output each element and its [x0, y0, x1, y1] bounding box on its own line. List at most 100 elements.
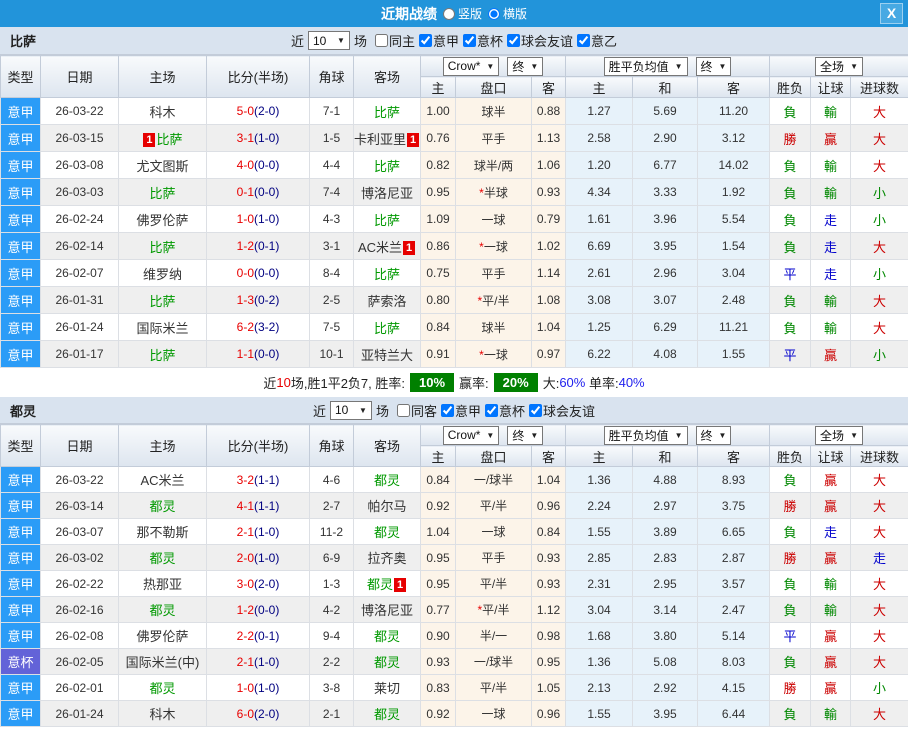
filter-checkbox-意甲[interactable]: 意甲 — [441, 401, 481, 420]
avg-away-cell: 1.55 — [696, 340, 771, 368]
avg-draw-cell: 4.08 — [632, 340, 698, 368]
final-odds-select[interactable]: 终 ▼ — [507, 56, 544, 76]
score-cell: 1-1(0-0) — [206, 340, 310, 368]
score-cell: 2-0(1-0) — [206, 544, 310, 571]
crow-away-odds-cell: 0.79 — [531, 205, 566, 233]
checkbox-input[interactable] — [463, 34, 476, 47]
crow-odds-select[interactable]: Crow* ▼ — [442, 56, 500, 76]
league-cell: 意甲 — [0, 700, 41, 727]
team-label: 都灵 — [373, 707, 400, 722]
crow-handicap-cell: 一/球半 — [455, 648, 532, 675]
crow-home-odds-cell: 1.09 — [420, 205, 456, 233]
match-count-select[interactable]: 10 ▼ — [307, 31, 350, 50]
filter-checkbox-球会友谊[interactable]: 球会友谊 — [507, 31, 573, 50]
date-cell: 26-02-22 — [40, 570, 119, 597]
checkbox-input[interactable] — [507, 34, 521, 47]
checkbox-input[interactable] — [529, 403, 543, 417]
winloss-result-cell: 平 — [769, 259, 812, 287]
final-odds-select[interactable]: 终 ▼ — [507, 425, 544, 445]
final-avg-select[interactable]: 终 ▼ — [695, 56, 732, 76]
final-avg-select[interactable]: 终 ▼ — [695, 425, 732, 445]
fullmatch-select[interactable]: 全场 ▼ — [815, 56, 863, 76]
match-row: 意甲 26-01-31 比萨 1-3(0-2) 2-5 萨索洛 0.80 *平/半 1.08 3.… — [0, 286, 908, 314]
win-rate-badge: 10% — [410, 373, 455, 392]
team-label: 比萨 — [149, 239, 176, 255]
date-cell: 26-02-08 — [40, 622, 119, 649]
winloss-result-cell: 負 — [769, 286, 812, 314]
date-cell: 26-03-22 — [40, 97, 119, 125]
col-away: 客场 — [353, 424, 421, 467]
crow-home-odds-cell: 0.95 — [420, 178, 456, 206]
league-cell: 意甲 — [0, 622, 41, 649]
team-label: 都灵 — [149, 603, 176, 618]
horizontal-radio-input[interactable] — [488, 7, 500, 20]
filter-checkbox-同客[interactable]: 同客 — [396, 401, 437, 420]
avg-home-cell: 4.34 — [565, 178, 633, 206]
avg-draw-cell: 3.07 — [632, 286, 698, 314]
match-row: 意甲 26-03-15 1 比萨 3-1(1-0) 1-5 卡利亚里 1 0.76 平手 1.13 2… — [0, 124, 908, 152]
goals-result-cell: 大 — [850, 97, 908, 125]
team-label: 都灵 — [373, 525, 400, 540]
filter-checkbox-意杯[interactable]: 意杯 — [463, 31, 503, 50]
col-crow-away: 客 — [531, 76, 566, 98]
home-team-cell: 都灵 — [118, 492, 207, 519]
team-label: 都灵 — [366, 577, 393, 592]
home-team-cell: 那不勒斯 — [118, 518, 207, 545]
match-count-select-2[interactable]: 10 ▼ — [329, 400, 372, 420]
filter-checkbox-意乙[interactable]: 意乙 — [577, 31, 617, 50]
avg-home-cell: 1.20 — [565, 151, 633, 179]
layout-radio-horizontal[interactable]: 横版 — [488, 5, 527, 22]
close-button[interactable]: X — [880, 3, 903, 24]
col-crow-handicap: 盘口 — [455, 76, 532, 98]
filter-checkbox-球会友谊[interactable]: 球会友谊 — [529, 401, 595, 420]
crow-home-odds-cell: 0.75 — [420, 259, 456, 287]
away-team-cell: 比萨 — [353, 97, 421, 125]
home-team-cell: 比萨 — [118, 286, 207, 314]
goals-result-cell: 大 — [850, 124, 908, 152]
pisa-record-summary: 近 10 场,胜1平2负7, 胜率: 10% 赢率: 20% 大: 60% 单率: 40… — [0, 368, 908, 397]
crow-away-odds-cell: 1.05 — [531, 674, 566, 701]
handicap-result-cell: 贏 — [810, 544, 852, 571]
winloss-result-cell: 負 — [769, 205, 812, 233]
crow-handicap-cell: 球半 — [455, 97, 532, 125]
score-cell: 3-1(1-0) — [206, 124, 310, 152]
checkbox-input[interactable] — [485, 403, 499, 417]
corner-cell: 9-4 — [309, 622, 354, 649]
corner-cell: 2-2 — [309, 648, 354, 675]
layout-radio-vertical[interactable]: 竖版 — [442, 5, 482, 22]
crow-away-odds-cell: 1.08 — [531, 286, 566, 314]
avg-away-cell: 1.92 — [696, 178, 771, 206]
home-team-cell: 科木 — [118, 97, 207, 125]
vertical-radio-input[interactable] — [442, 7, 455, 20]
checkbox-input[interactable] — [577, 34, 591, 47]
checkbox-input[interactable] — [441, 403, 454, 417]
league-cell: 意甲 — [0, 205, 41, 233]
date-cell: 26-01-17 — [40, 340, 119, 368]
avg-odds-select[interactable]: 胜平负均值 ▼ — [603, 425, 688, 445]
filter-checkbox-意杯[interactable]: 意杯 — [485, 401, 525, 420]
checkbox-input[interactable] — [396, 403, 410, 417]
crow-handicap-cell: 一球 — [455, 700, 532, 727]
handicap-result-cell: 輸 — [810, 570, 852, 597]
corner-cell: 4-2 — [309, 596, 354, 623]
league-cell: 意甲 — [0, 518, 41, 545]
avg-away-cell: 2.87 — [696, 544, 771, 571]
goals-result-cell: 大 — [850, 286, 908, 314]
crow-odds-select[interactable]: Crow* ▼ — [442, 425, 500, 445]
handicap-result-cell: 贏 — [810, 124, 852, 152]
checkbox-input[interactable] — [418, 34, 432, 47]
avg-odds-select[interactable]: 胜平负均值 ▼ — [603, 56, 688, 76]
team-name-pisa: 比萨 — [10, 34, 37, 49]
team-label: 比萨 — [149, 185, 176, 201]
league-cell: 意甲 — [0, 286, 41, 314]
date-cell: 26-02-01 — [40, 674, 119, 701]
fullmatch-select[interactable]: 全场 ▼ — [815, 425, 863, 445]
red-card-badge: 1 — [407, 132, 420, 147]
filter-checkbox-同主[interactable]: 同主 — [374, 31, 415, 50]
avg-draw-cell: 3.96 — [632, 205, 698, 233]
match-row: 意甲 26-02-08 佛罗伦萨 2-2(0-1) 9-4 都灵 0.90 半/一 0.98 1.… — [0, 622, 908, 649]
home-team-cell: 国际米兰 — [118, 313, 207, 341]
team-label: 都灵 — [149, 551, 176, 566]
filter-checkbox-意甲[interactable]: 意甲 — [418, 31, 459, 50]
checkbox-input[interactable] — [374, 34, 388, 47]
